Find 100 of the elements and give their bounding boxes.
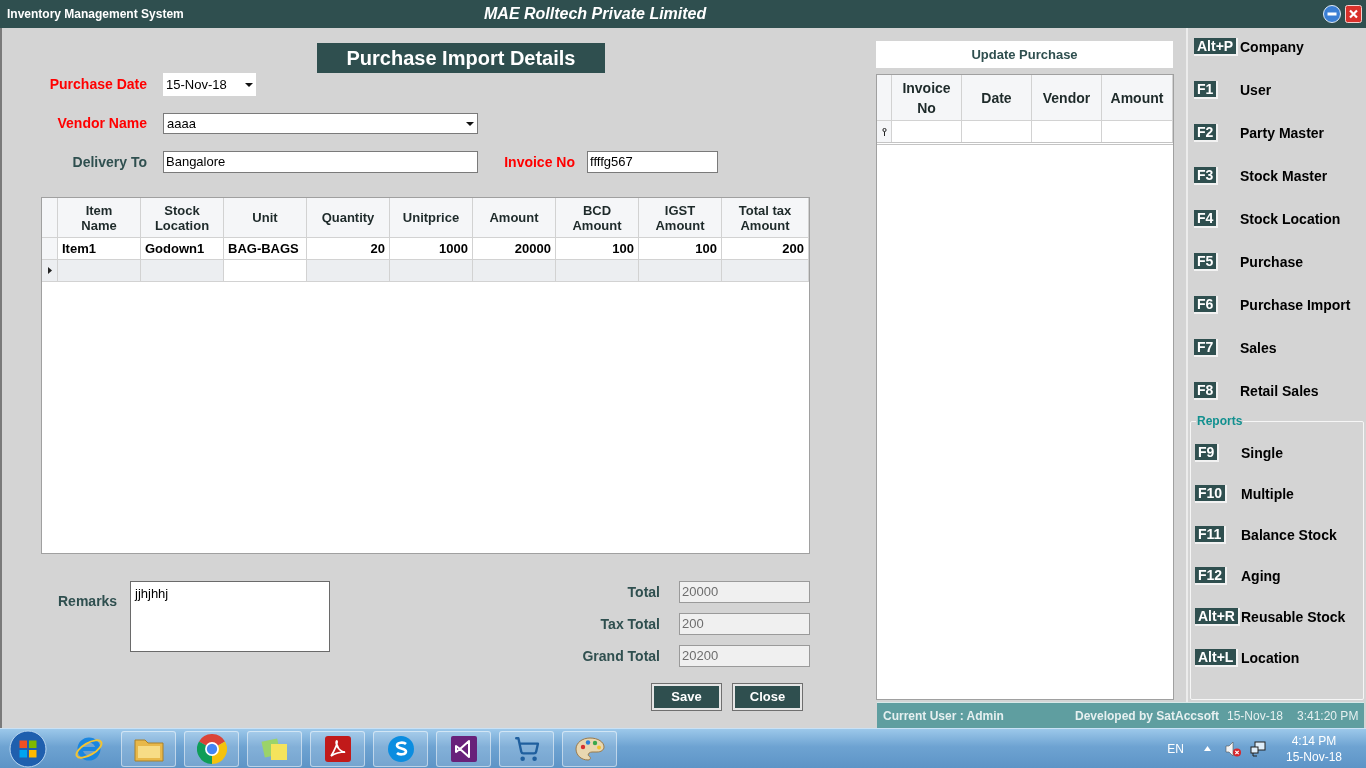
remarks-label: Remarks xyxy=(58,592,119,611)
menu-item[interactable]: User xyxy=(1240,79,1272,101)
table-cell[interactable]: Item1 xyxy=(58,238,141,260)
remarks-field[interactable]: jjhjhhj xyxy=(130,581,330,652)
total-field: 20200 xyxy=(679,645,810,667)
start-orb-icon[interactable] xyxy=(9,729,47,768)
table-cell[interactable]: 100 xyxy=(639,238,722,260)
field-label: Invoice No xyxy=(503,152,575,172)
total-label: Tax Total xyxy=(600,614,660,634)
column-header[interactable]: Vendor xyxy=(1032,75,1102,121)
table-cell[interactable] xyxy=(307,260,390,282)
company-name: MAE Rolltech Private Limited xyxy=(484,4,707,24)
column-header[interactable]: Unit xyxy=(224,198,307,238)
table-cell[interactable] xyxy=(58,260,141,282)
loop-tile-icon xyxy=(450,735,477,762)
shortcut-key: F7 xyxy=(1194,339,1219,357)
status-time: 3:41:20 PM xyxy=(1297,707,1359,725)
close-icon[interactable] xyxy=(1345,5,1362,23)
field-label: Purchase Date xyxy=(48,75,147,94)
column-header[interactable]: IGST Amount xyxy=(639,198,722,238)
menu-item[interactable]: Multiple xyxy=(1241,483,1294,505)
shortcut-key: F3 xyxy=(1194,167,1219,185)
paint-palette-icon xyxy=(574,735,605,762)
column-header[interactable]: Quantity xyxy=(307,198,390,238)
column-header[interactable]: Stock Location xyxy=(141,198,224,238)
network-icon[interactable] xyxy=(1249,740,1266,757)
shortcut-key: Alt+P xyxy=(1194,38,1239,56)
table-cell[interactable] xyxy=(639,260,722,282)
menu-item[interactable]: Stock Master xyxy=(1240,165,1328,187)
column-header[interactable]: Amount xyxy=(473,198,556,238)
menu-item[interactable]: Location xyxy=(1241,647,1300,669)
column-header[interactable]: Amount xyxy=(1102,75,1173,121)
table-cell[interactable] xyxy=(141,260,224,282)
table-cell[interactable]: 20000 xyxy=(473,238,556,260)
shopping-cart-icon xyxy=(513,735,540,762)
shortcut-key: F10 xyxy=(1195,485,1228,503)
menu-item[interactable]: Balance Stock xyxy=(1241,524,1337,546)
taskbar-button[interactable] xyxy=(436,730,491,767)
column-header[interactable]: BCD Amount xyxy=(556,198,639,238)
shortcut-key: F12 xyxy=(1195,567,1228,585)
date-field[interactable]: 15-Nov-18 xyxy=(163,73,256,96)
table-cell[interactable]: 100 xyxy=(556,238,639,260)
menu-item[interactable]: Retail Sales xyxy=(1240,380,1319,402)
shortcut-key: F4 xyxy=(1194,210,1219,228)
row-header[interactable] xyxy=(42,260,58,282)
save-button[interactable]: Save xyxy=(651,683,722,711)
taskbar-button[interactable] xyxy=(499,730,554,767)
shortcut-key: F11 xyxy=(1195,526,1227,544)
group-title: Reports xyxy=(1196,413,1244,430)
table-cell[interactable]: Godown1 xyxy=(141,238,224,260)
menu-item[interactable]: Purchase xyxy=(1240,251,1304,273)
shortcut-key: Alt+R xyxy=(1195,608,1240,626)
menu-item[interactable]: Purchase Import xyxy=(1240,294,1351,316)
menu-item[interactable]: Aging xyxy=(1241,565,1281,587)
shortcut-key: F5 xyxy=(1194,253,1219,271)
table-cell[interactable]: 1000 xyxy=(390,238,473,260)
segmented-circle-icon xyxy=(196,733,227,764)
taskbar-button[interactable] xyxy=(310,730,365,767)
total-label: Total xyxy=(627,582,660,602)
column-header[interactable]: Total tax Amount xyxy=(722,198,809,238)
tray-arrow-icon[interactable] xyxy=(1203,746,1211,751)
status-date: 15-Nov-18 xyxy=(1227,707,1285,725)
menu-item[interactable]: Stock Location xyxy=(1240,208,1341,230)
table-cell[interactable] xyxy=(224,260,307,282)
s-circle-icon xyxy=(386,734,415,763)
table-cell[interactable]: 20 xyxy=(307,238,390,260)
menu-item[interactable]: Company xyxy=(1240,36,1304,58)
shortcut-key: Alt+L xyxy=(1195,649,1239,667)
close-button[interactable]: Close xyxy=(732,683,803,711)
shortcut-key: F1 xyxy=(1194,81,1219,99)
speaker-muted-icon[interactable] xyxy=(1224,740,1241,757)
table-cell[interactable] xyxy=(556,260,639,282)
menu-item[interactable]: Single xyxy=(1241,442,1283,464)
minimize-icon[interactable] xyxy=(1323,5,1341,23)
dropdown-caret-icon xyxy=(245,82,253,87)
table-cell[interactable] xyxy=(473,260,556,282)
shortcut-key: F6 xyxy=(1194,296,1219,314)
table-cell[interactable]: BAG-BAGS xyxy=(224,238,307,260)
total-field: 200 xyxy=(679,613,810,635)
column-header[interactable]: Date xyxy=(962,75,1032,121)
vendor-dropdown[interactable]: aaaa xyxy=(163,113,478,134)
column-header[interactable]: Item Name xyxy=(58,198,141,238)
field-label: Delivery To xyxy=(71,152,147,172)
menu-item[interactable]: Party Master xyxy=(1240,122,1325,144)
text-field[interactable]: Bangalore xyxy=(163,151,478,173)
panel-title: Update Purchase xyxy=(876,41,1173,68)
dropdown-caret-icon xyxy=(466,121,474,126)
row-pointer-icon xyxy=(47,267,52,274)
menu-item[interactable]: Sales xyxy=(1240,337,1277,359)
field-label: Vendor Name xyxy=(56,114,147,133)
table-cell[interactable]: 200 xyxy=(722,238,809,260)
table-cell[interactable] xyxy=(390,260,473,282)
total-label: Grand Total xyxy=(582,646,660,666)
menu-item[interactable]: Reusable Stock xyxy=(1241,606,1346,628)
text-field[interactable]: ffffg567 xyxy=(587,151,718,173)
column-header[interactable]: Invoice No xyxy=(892,75,962,121)
shortcut-key: F9 xyxy=(1195,444,1220,462)
app-title: Inventory Management System xyxy=(7,6,185,23)
column-header[interactable]: Unitprice xyxy=(390,198,473,238)
table-cell[interactable] xyxy=(722,260,809,282)
